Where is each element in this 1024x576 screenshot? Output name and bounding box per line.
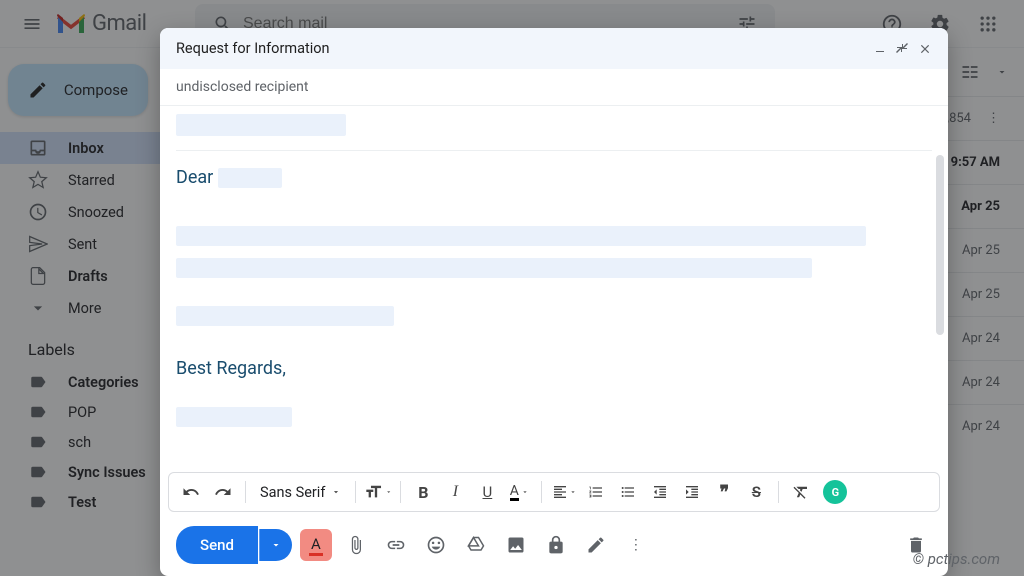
undo-icon bbox=[182, 483, 200, 501]
redo-button[interactable] bbox=[209, 478, 237, 506]
strikethrough-button[interactable]: S bbox=[742, 478, 770, 506]
fullscreen-exit-button[interactable] bbox=[896, 42, 908, 56]
dropdown-icon bbox=[331, 487, 341, 497]
send-options-button[interactable] bbox=[259, 529, 292, 561]
grammarly-button[interactable]: G bbox=[823, 480, 847, 504]
align-icon bbox=[552, 484, 568, 500]
quote-button[interactable]: ❞ bbox=[710, 478, 738, 506]
outdent-icon bbox=[652, 484, 668, 500]
ol-icon bbox=[588, 484, 604, 500]
italic-button[interactable]: I bbox=[441, 478, 469, 506]
insert-emoji-button[interactable] bbox=[420, 529, 452, 561]
more-options-button[interactable]: ⋮ bbox=[620, 529, 652, 561]
ul-icon bbox=[620, 484, 636, 500]
emoji-icon bbox=[426, 535, 446, 555]
paperclip-icon bbox=[346, 535, 366, 555]
insert-photo-button[interactable] bbox=[500, 529, 532, 561]
link-icon bbox=[386, 535, 406, 555]
formatting-toolbar: Sans Serif B I U A ❞ S G bbox=[168, 472, 940, 512]
minimize-icon bbox=[874, 42, 886, 54]
align-button[interactable] bbox=[550, 478, 578, 506]
close-icon bbox=[918, 42, 932, 56]
text-color-button[interactable]: A bbox=[505, 478, 533, 506]
indent-more-button[interactable] bbox=[678, 478, 706, 506]
clear-format-icon bbox=[792, 483, 810, 501]
compose-titlebar[interactable]: Request for Information bbox=[160, 28, 948, 69]
attach-button[interactable] bbox=[340, 529, 372, 561]
insert-signature-button[interactable] bbox=[580, 529, 612, 561]
confidential-mode-button[interactable] bbox=[540, 529, 572, 561]
image-icon bbox=[506, 535, 526, 555]
insert-drive-button[interactable] bbox=[460, 529, 492, 561]
drive-icon bbox=[466, 535, 486, 555]
undo-button[interactable] bbox=[177, 478, 205, 506]
scrollbar[interactable] bbox=[936, 155, 944, 335]
font-family-select[interactable]: Sans Serif bbox=[254, 484, 347, 501]
indent-icon bbox=[684, 484, 700, 500]
underline-button[interactable]: U bbox=[473, 478, 501, 506]
lock-clock-icon bbox=[546, 535, 566, 555]
remove-formatting-button[interactable] bbox=[787, 478, 815, 506]
indent-less-button[interactable] bbox=[646, 478, 674, 506]
numbered-list-button[interactable] bbox=[582, 478, 610, 506]
watermark: © pctips.com bbox=[913, 550, 1000, 568]
subject-field[interactable] bbox=[176, 114, 932, 140]
compose-window: Request for Information undisclosed reci… bbox=[160, 28, 948, 576]
bulleted-list-button[interactable] bbox=[614, 478, 642, 506]
dropdown-icon bbox=[270, 539, 282, 551]
greeting-text: Dear bbox=[176, 167, 213, 188]
font-size-button[interactable] bbox=[364, 478, 392, 506]
compose-title: Request for Information bbox=[176, 40, 330, 57]
redo-icon bbox=[214, 483, 232, 501]
insert-link-button[interactable] bbox=[380, 529, 412, 561]
compose-body[interactable]: Dear Best Regards, bbox=[160, 151, 948, 472]
send-button[interactable]: Send bbox=[176, 526, 258, 564]
text-format-toggle[interactable]: A bbox=[300, 529, 332, 561]
close-button[interactable] bbox=[918, 42, 932, 56]
resize-icon bbox=[896, 42, 908, 54]
pen-icon bbox=[586, 535, 606, 555]
closing-text: Best Regards, bbox=[176, 358, 286, 379]
recipients-field[interactable]: undisclosed recipient bbox=[160, 69, 948, 106]
text-size-icon bbox=[364, 482, 383, 502]
minimize-button[interactable] bbox=[874, 42, 886, 56]
send-toolbar: Send A ⋮ bbox=[160, 518, 948, 576]
bold-button[interactable]: B bbox=[409, 478, 437, 506]
